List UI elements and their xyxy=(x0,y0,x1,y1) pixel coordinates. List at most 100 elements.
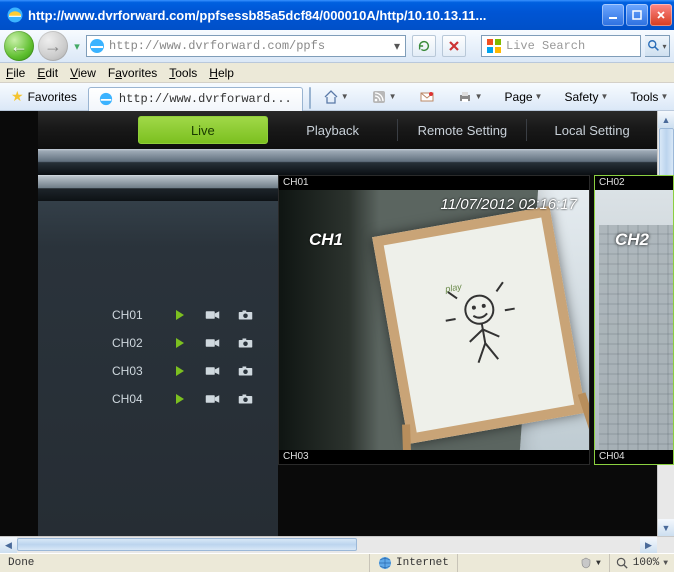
navigation-bar: ← → ▾ http://www.dvrforward.com/ppfs ▾ L… xyxy=(0,30,674,63)
zoom-control[interactable]: 100% ▼ xyxy=(610,557,674,570)
scroll-thumb[interactable] xyxy=(17,538,357,551)
snapshot-icon[interactable] xyxy=(238,308,253,323)
dvr-tab-live[interactable]: Live xyxy=(138,116,268,144)
address-bar[interactable]: http://www.dvrforward.com/ppfs ▾ xyxy=(86,35,406,57)
scroll-left-button[interactable]: ◀ xyxy=(0,537,17,553)
play-icon[interactable] xyxy=(172,336,187,351)
play-icon[interactable] xyxy=(172,364,187,379)
scroll-corner xyxy=(657,537,674,553)
glossy-strip xyxy=(38,149,657,175)
content-area: ▲ ▼ Live Playback Remote Setting Local S… xyxy=(0,111,674,536)
refresh-button[interactable] xyxy=(412,35,436,57)
snapshot-icon[interactable] xyxy=(238,392,253,407)
status-protected-mode[interactable]: ▼ xyxy=(572,554,610,572)
home-button[interactable]: ▼ xyxy=(319,86,353,108)
cell-label: CH02 xyxy=(595,176,673,190)
back-button[interactable]: ← xyxy=(4,31,34,61)
menu-edit[interactable]: Edit xyxy=(37,66,58,80)
status-zone[interactable]: Internet xyxy=(370,554,458,572)
menu-file[interactable]: File xyxy=(6,66,25,80)
channel-row: CH04 xyxy=(38,385,278,413)
dvr-tab-remote[interactable]: Remote Setting xyxy=(398,111,528,149)
video-feed: play 11/07/2012 02:16:17 CH1 xyxy=(279,190,589,450)
record-icon[interactable] xyxy=(205,308,220,323)
minimize-button[interactable] xyxy=(602,4,624,26)
horizontal-scrollbar[interactable]: ◀ ▶ xyxy=(0,536,674,553)
record-icon[interactable] xyxy=(205,364,220,379)
url-text: http://www.dvrforward.com/ppfs xyxy=(109,39,391,53)
print-button[interactable]: ▼ xyxy=(453,86,487,108)
channel-name: CH02 xyxy=(112,336,154,350)
scroll-track[interactable] xyxy=(17,537,640,553)
video-feed: CH2 xyxy=(595,190,673,450)
snapshot-icon[interactable] xyxy=(238,364,253,379)
browser-tab[interactable]: http://www.dvrforward... xyxy=(88,87,303,111)
zoom-icon xyxy=(616,557,629,570)
dvr-tab-bar: Live Playback Remote Setting Local Setti… xyxy=(38,111,657,149)
stop-button[interactable] xyxy=(442,35,466,57)
scroll-down-button[interactable]: ▼ xyxy=(658,519,674,536)
sidebar-header-gloss xyxy=(38,175,278,201)
tabs-command-bar: ★Favorites http://www.dvrforward... ▼ ▼ … xyxy=(0,83,674,111)
globe-icon xyxy=(378,556,392,570)
cell-label: CH01 xyxy=(279,176,589,190)
osd-channel: CH2 xyxy=(615,230,649,250)
channel-row: CH03 xyxy=(38,357,278,385)
titlebar: http://www.dvrforward.com/ppfsessb85a5dc… xyxy=(0,0,674,30)
tools-menu[interactable]: Tools▼ xyxy=(626,86,672,108)
close-button[interactable] xyxy=(650,4,672,26)
record-icon[interactable] xyxy=(205,336,220,351)
menu-help[interactable]: Help xyxy=(209,66,234,80)
safety-menu[interactable]: Safety▼ xyxy=(560,86,612,108)
video-grid: CH01 play xyxy=(278,175,657,536)
status-text: Done xyxy=(0,554,370,572)
favorites-button[interactable]: ★Favorites xyxy=(4,86,84,108)
snapshot-icon[interactable] xyxy=(238,336,253,351)
svg-text:play: play xyxy=(443,281,462,294)
forward-button[interactable]: → xyxy=(38,31,68,61)
channel-name: CH01 xyxy=(112,308,154,322)
video-cell-ch02[interactable]: CH02 CH2 CH04 xyxy=(594,175,674,465)
tab-title: http://www.dvrforward... xyxy=(119,92,292,106)
menu-bar: File Edit View Favorites Tools Help xyxy=(0,63,674,83)
dvr-tab-playback[interactable]: Playback xyxy=(268,111,398,149)
feeds-button[interactable]: ▼ xyxy=(367,86,401,108)
play-icon[interactable] xyxy=(172,392,187,407)
ie-favicon xyxy=(89,38,105,54)
dvr-tab-local[interactable]: Local Setting xyxy=(527,111,657,149)
window-title: http://www.dvrforward.com/ppfsessb85a5dc… xyxy=(28,8,602,23)
scroll-up-button[interactable]: ▲ xyxy=(658,111,674,128)
child-drawing: play xyxy=(429,267,535,381)
url-dropdown[interactable]: ▾ xyxy=(391,39,403,54)
search-box[interactable]: Live Search xyxy=(481,35,641,57)
search-provider-icon xyxy=(486,38,502,54)
star-icon: ★ xyxy=(11,88,24,105)
menu-favorites[interactable]: Favorites xyxy=(108,66,157,80)
video-cell-ch01[interactable]: CH01 play xyxy=(278,175,590,465)
cell-label: CH04 xyxy=(595,450,673,464)
dvr-page: Live Playback Remote Setting Local Setti… xyxy=(0,111,657,536)
ie-favicon xyxy=(99,92,113,106)
cell-label: CH03 xyxy=(279,450,589,464)
status-bar: Done Internet ▼ 100% ▼ xyxy=(0,553,674,572)
channel-name: CH04 xyxy=(112,392,154,406)
record-icon[interactable] xyxy=(205,392,220,407)
history-dropdown[interactable]: ▾ xyxy=(72,33,82,59)
maximize-button[interactable] xyxy=(626,4,648,26)
channel-name: CH03 xyxy=(112,364,154,378)
mail-button[interactable] xyxy=(415,86,439,108)
search-go-button[interactable]: ▾ xyxy=(645,35,670,57)
shield-icon xyxy=(580,557,592,569)
osd-channel: CH1 xyxy=(309,230,343,250)
osd-timestamp: 11/07/2012 02:16:17 xyxy=(440,196,577,213)
search-placeholder: Live Search xyxy=(506,39,585,53)
scroll-right-button[interactable]: ▶ xyxy=(640,537,657,553)
menu-tools[interactable]: Tools xyxy=(169,66,197,80)
page-menu[interactable]: Page▼ xyxy=(501,86,547,108)
channel-sidebar: CH01 CH02 CH03 CH xyxy=(38,175,278,536)
channel-row: CH01 xyxy=(38,301,278,329)
new-tab-button[interactable] xyxy=(309,87,311,109)
ie-icon xyxy=(6,6,24,24)
play-icon[interactable] xyxy=(172,308,187,323)
menu-view[interactable]: View xyxy=(70,66,96,80)
